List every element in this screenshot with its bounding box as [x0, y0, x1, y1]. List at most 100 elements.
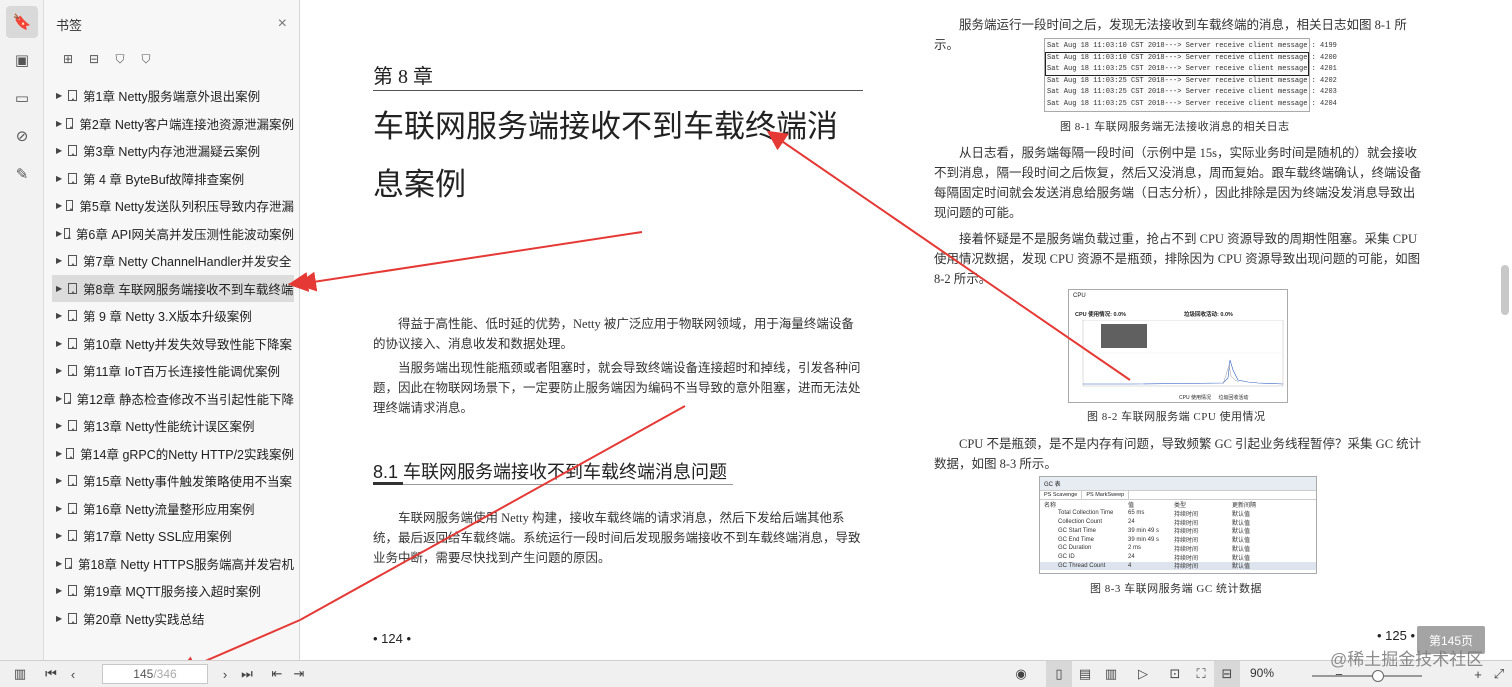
- bookmark-item[interactable]: ▶ 第17章 Netty SSL应用案例: [44, 522, 294, 550]
- bookmark-item[interactable]: ▶ 第15章 Netty事件触发策略使用不当案: [44, 467, 294, 495]
- bookmark-item[interactable]: ▶ 第 9 章 Netty 3.X版本升级案例: [44, 302, 294, 330]
- bookmark-label: 第16章 Netty流量整形应用案例: [83, 502, 255, 517]
- bookmark-item[interactable]: ▶ 第12章 静态检查修改不当引起性能下降: [44, 385, 294, 413]
- bookmark-item[interactable]: ▶ 第16章 Netty流量整形应用案例: [44, 495, 294, 523]
- fit-page-icon[interactable]: ⛶: [1188, 661, 1214, 687]
- expand-all-icon[interactable]: ⊞: [60, 51, 76, 67]
- expand-arrow-icon[interactable]: ▶: [56, 476, 66, 485]
- expand-arrow-icon[interactable]: ▶: [56, 586, 66, 595]
- continuous-icon[interactable]: ▤: [1072, 661, 1098, 687]
- zoom-slider-knob[interactable]: [1372, 670, 1384, 682]
- bookmark-label: 第3章 Netty内存池泄漏疑云案例: [83, 145, 261, 160]
- bookmark-label: 第5章 Netty发送队列积压导致内存泄漏: [79, 200, 294, 215]
- bookmark-label: 第20章 Netty实践总结: [83, 612, 205, 627]
- zoom-level[interactable]: 90%: [1250, 666, 1274, 680]
- bookmarks-panel: 书签 × ⊞ ⊟ ⛉ ⛉ ▶ 第1章 Netty服务端意外退出案例 ▶ 第2章 Net…: [44, 0, 300, 660]
- fit-width-icon[interactable]: ⊟: [1214, 660, 1240, 687]
- expand-arrow-icon[interactable]: ▶: [56, 531, 66, 540]
- bookmark-flag-icon: [66, 447, 75, 459]
- bookmark-label: 第2章 Netty客户端连接池资源泄漏案例: [79, 117, 294, 132]
- bookmark-item[interactable]: ▶ 第1章 Netty服务端意外退出案例: [44, 82, 294, 110]
- bookmark-flag-icon: [68, 585, 77, 597]
- bookmark-item[interactable]: ▶ 第10章 Netty并发失效导致性能下降案: [44, 330, 294, 358]
- expand-arrow-icon[interactable]: ▶: [56, 174, 66, 183]
- bookmark-flag-icon: [64, 227, 71, 239]
- bookmark-flag-icon: [68, 145, 77, 157]
- bookmark-item[interactable]: ▶ 第2章 Netty客户端连接池资源泄漏案例: [44, 110, 294, 138]
- bookmark-flag-icon: [68, 612, 77, 624]
- expand-arrow-icon[interactable]: ▶: [56, 614, 66, 623]
- expand-arrow-icon[interactable]: ▶: [56, 559, 63, 568]
- bookmark-item[interactable]: ▶ 第14章 gRPC的Netty HTTP/2实践案例: [44, 440, 294, 468]
- annotation-arrows: [300, 130, 1131, 621]
- page-total: /346: [153, 667, 177, 681]
- expand-arrow-icon[interactable]: ▶: [56, 449, 64, 458]
- collapse-all-icon[interactable]: ⊟: [86, 51, 102, 67]
- prev-page-icon[interactable]: ‹: [62, 661, 84, 687]
- actual-size-icon[interactable]: ⊡: [1162, 661, 1188, 687]
- bookmark-item[interactable]: ▶ 第20章 Netty实践总结: [44, 605, 294, 633]
- add-bookmark-icon[interactable]: ⛉: [112, 51, 128, 67]
- bookmark-flag-icon: [65, 200, 74, 212]
- bookmark-item[interactable]: ▶ 第 4 章 ByteBuf故障排查案例: [44, 165, 294, 193]
- last-page-icon[interactable]: ⏭: [236, 661, 258, 687]
- bookmark-flag-icon: [68, 502, 77, 514]
- bookmark-item[interactable]: ▶ 第5章 Netty发送队列积压导致内存泄漏: [44, 192, 294, 220]
- bookmark-item[interactable]: ▶ 第13章 Netty性能统计误区案例: [44, 412, 294, 440]
- expand-arrow-icon[interactable]: ▶: [56, 366, 66, 375]
- expand-arrow-icon[interactable]: ▶: [56, 91, 66, 100]
- scrollbar-thumb[interactable]: [1501, 265, 1509, 315]
- bookmark-item[interactable]: ▶ 第19章 MQTT服务接入超时案例: [44, 577, 294, 605]
- next-page-icon[interactable]: ›: [214, 661, 236, 687]
- fullscreen-icon[interactable]: ⤢: [1486, 661, 1512, 687]
- bookmark-item[interactable]: ▶ 第7章 Netty ChannelHandler并发安全: [44, 247, 294, 275]
- play-icon[interactable]: ▷: [1130, 661, 1156, 687]
- double-page-icon[interactable]: ▥: [1098, 661, 1124, 687]
- expand-arrow-icon[interactable]: ▶: [56, 421, 66, 430]
- expand-arrow-icon[interactable]: ▶: [56, 146, 66, 155]
- expand-arrow-icon[interactable]: ▶: [56, 504, 66, 513]
- bookmark-item[interactable]: ▶ 第6章 API网关高并发压测性能波动案例: [44, 220, 294, 248]
- bookmark-tools: ⊞ ⊟ ⛉ ⛉: [44, 48, 299, 70]
- bookmark-panel-icon[interactable]: 🔖: [6, 6, 38, 38]
- back-icon[interactable]: ⇤: [266, 661, 288, 687]
- thumbnail-icon[interactable]: ▣: [6, 44, 38, 76]
- expand-arrow-icon[interactable]: ▶: [56, 311, 66, 320]
- bookmark-flag-icon: [65, 117, 74, 129]
- single-page-icon[interactable]: ▯: [1046, 660, 1072, 687]
- forward-icon[interactable]: ⇥: [288, 661, 310, 687]
- expand-arrow-icon[interactable]: ▶: [56, 119, 64, 128]
- bookmark-label: 第8章 车联网服务端接收不到车载终端: [83, 282, 294, 297]
- bookmark-item[interactable]: ▶ 第11章 IoT百万长连接性能调优案例: [44, 357, 294, 385]
- sidebar-toggle-icon[interactable]: ▥: [0, 661, 40, 687]
- expand-arrow-icon[interactable]: ▶: [56, 201, 64, 210]
- panel-title: 书签: [56, 17, 83, 33]
- bookmark-outline-icon[interactable]: ⛉: [138, 51, 154, 67]
- bookmark-flag-icon: [68, 365, 77, 377]
- document-view[interactable]: 第 8 章 车联网服务端接收不到车载终端消息案例 得益于高性能、低时延的优势，N…: [300, 0, 1512, 660]
- bookmark-list: ▶ 第1章 Netty服务端意外退出案例 ▶ 第2章 Netty客户端连接池资源泄漏案…: [44, 82, 299, 632]
- expand-arrow-icon[interactable]: ▶: [56, 229, 62, 238]
- signature-icon[interactable]: ✎: [6, 158, 38, 190]
- bookmark-label: 第11章 IoT百万长连接性能调优案例: [83, 365, 281, 380]
- eye-care-icon[interactable]: ◉: [1008, 661, 1034, 687]
- page-number-input[interactable]: 145/346: [102, 664, 208, 684]
- bookmark-flag-icon: [68, 282, 77, 294]
- bookmark-item[interactable]: ▶ 第3章 Netty内存池泄漏疑云案例: [44, 137, 294, 165]
- attachment-icon[interactable]: ⊘: [6, 120, 38, 152]
- bookmark-flag-icon: [64, 392, 72, 404]
- expand-arrow-icon[interactable]: ▶: [56, 284, 66, 293]
- bookmark-label: 第7章 Netty ChannelHandler并发安全: [83, 255, 292, 270]
- expand-arrow-icon[interactable]: ▶: [56, 394, 62, 403]
- bookmark-flag-icon: [68, 310, 77, 322]
- bookmark-item[interactable]: ▶ 第18章 Netty HTTPS服务端高并发宕机: [44, 550, 294, 578]
- close-icon[interactable]: ×: [278, 15, 287, 33]
- expand-arrow-icon[interactable]: ▶: [56, 256, 66, 265]
- bookmark-item[interactable]: ▶ 第8章 车联网服务端接收不到车载终端: [52, 274, 294, 302]
- expand-arrow-icon[interactable]: ▶: [56, 339, 66, 348]
- page-current: 145: [133, 667, 154, 681]
- zoom-slider-track[interactable]: [1312, 675, 1422, 677]
- first-page-icon[interactable]: ⏮: [40, 661, 62, 687]
- comment-icon[interactable]: ▭: [6, 82, 38, 114]
- bookmark-label: 第10章 Netty并发失效导致性能下降案: [83, 337, 293, 352]
